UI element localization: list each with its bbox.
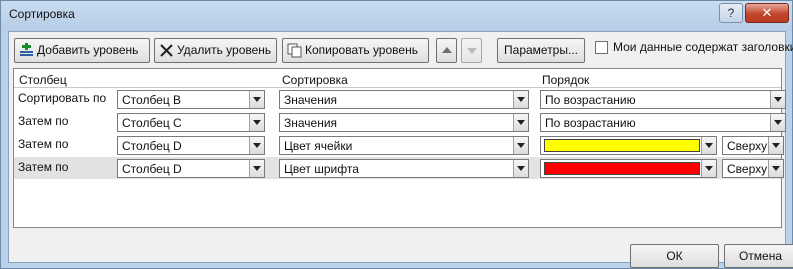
dropdown-arrow-icon[interactable] xyxy=(768,160,783,177)
dropdown-arrow-icon[interactable] xyxy=(249,137,264,154)
dropdown-arrow-icon[interactable] xyxy=(249,160,264,177)
dropdown-arrow-icon[interactable] xyxy=(249,114,264,131)
arrow-down-icon xyxy=(467,48,477,54)
column-value: Столбец C xyxy=(122,116,182,130)
sort-levels-grid: Столбец Сортировка Порядок Сортировать п… xyxy=(13,68,786,228)
dialog-body: Добавить уровень Удалить уровень Копиров… xyxy=(8,31,793,268)
order-color-select[interactable] xyxy=(540,136,717,155)
sort-level-row[interactable]: Затем по Столбец D Цвет ячейки Сверху xyxy=(14,134,784,156)
order-value: По возрастанию xyxy=(545,116,636,130)
column-select[interactable]: Столбец C xyxy=(117,113,265,132)
delete-level-label: Удалить уровень xyxy=(177,43,272,57)
sort-on-value: Цвет ячейки xyxy=(284,139,353,153)
dropdown-arrow-icon[interactable] xyxy=(513,160,528,177)
sort-dialog: Сортировка ? ✕ Добавить уровень Удалить … xyxy=(0,0,793,269)
close-button[interactable]: ✕ xyxy=(745,3,789,23)
order-color-select[interactable] xyxy=(540,159,717,178)
position-select[interactable]: Сверху xyxy=(722,136,784,155)
add-level-label: Добавить уровень xyxy=(37,43,139,57)
dropdown-arrow-icon[interactable] xyxy=(513,91,528,108)
position-value: Сверху xyxy=(727,162,768,176)
copy-level-label: Копировать уровень xyxy=(305,43,418,57)
sort-level-row-selected[interactable]: Затем по Столбец D Цвет шрифта Сверху xyxy=(14,157,784,179)
dropdown-arrow-icon[interactable] xyxy=(770,91,785,108)
order-value: По возрастанию xyxy=(545,93,636,107)
sort-on-select[interactable]: Цвет ячейки xyxy=(279,136,529,155)
dropdown-arrow-icon[interactable] xyxy=(513,114,528,131)
sort-on-select[interactable]: Значения xyxy=(279,90,529,109)
column-select[interactable]: Столбец D xyxy=(117,136,265,155)
color-swatch xyxy=(544,139,700,152)
column-header-order: Порядок xyxy=(542,73,590,87)
headers-checkbox-label[interactable]: Мои данные содержат заголовки xyxy=(613,40,793,54)
level-label: Затем по xyxy=(18,137,69,151)
sort-on-value: Цвет шрифта xyxy=(284,162,359,176)
sort-on-select[interactable]: Значения xyxy=(279,113,529,132)
dropdown-arrow-icon[interactable] xyxy=(513,137,528,154)
copy-level-button[interactable]: Копировать уровень xyxy=(282,38,429,63)
cancel-button[interactable]: Отмена xyxy=(724,244,793,268)
dropdown-arrow-icon[interactable] xyxy=(770,114,785,131)
delete-icon xyxy=(160,44,173,57)
sort-on-value: Значения xyxy=(284,116,338,130)
add-level-icon xyxy=(20,43,33,56)
dropdown-arrow-icon[interactable] xyxy=(768,137,783,154)
order-select[interactable]: По возрастанию xyxy=(540,113,786,132)
sort-level-row[interactable]: Затем по Столбец C Значения По возрастан… xyxy=(14,111,786,133)
column-value: Столбец B xyxy=(122,93,182,107)
column-select[interactable]: Столбец B xyxy=(117,90,265,109)
level-label: Сортировать по xyxy=(18,91,107,105)
ok-button[interactable]: ОК xyxy=(630,244,719,268)
level-label: Затем по xyxy=(18,114,69,128)
copy-icon xyxy=(287,43,302,58)
move-down-button[interactable] xyxy=(461,38,482,63)
order-select[interactable]: По возрастанию xyxy=(540,90,786,109)
delete-level-button[interactable]: Удалить уровень xyxy=(154,38,277,63)
options-button[interactable]: Параметры... xyxy=(497,38,585,63)
sort-on-value: Значения xyxy=(284,93,338,107)
headers-checkbox[interactable] xyxy=(595,41,608,54)
window-title: Сортировка xyxy=(9,7,75,21)
arrow-up-icon xyxy=(442,47,452,53)
column-header-column: Столбец xyxy=(19,73,67,87)
dropdown-arrow-icon[interactable] xyxy=(701,137,716,154)
dropdown-arrow-icon[interactable] xyxy=(701,160,716,177)
color-swatch xyxy=(544,162,700,175)
add-level-button[interactable]: Добавить уровень xyxy=(14,38,150,63)
position-select[interactable]: Сверху xyxy=(722,159,784,178)
dropdown-arrow-icon[interactable] xyxy=(249,91,264,108)
move-up-button[interactable] xyxy=(436,38,457,63)
sort-level-row[interactable]: Сортировать по Столбец B Значения По воз… xyxy=(14,88,786,110)
sort-on-select[interactable]: Цвет шрифта xyxy=(279,159,529,178)
column-value: Столбец D xyxy=(122,162,182,176)
column-value: Столбец D xyxy=(122,139,182,153)
position-value: Сверху xyxy=(727,139,768,153)
column-header-sort-on: Сортировка xyxy=(282,73,348,87)
level-label: Затем по xyxy=(18,160,69,174)
title-bar[interactable]: Сортировка ? ✕ xyxy=(1,1,792,31)
column-select[interactable]: Столбец D xyxy=(117,159,265,178)
help-button[interactable]: ? xyxy=(719,3,743,23)
